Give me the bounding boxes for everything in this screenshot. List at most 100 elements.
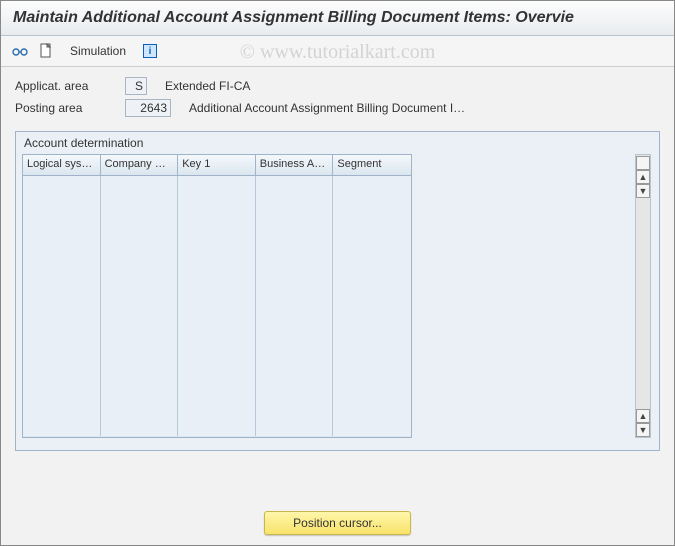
table-cell[interactable] [256,196,334,216]
table-cell[interactable] [23,176,101,196]
table-cell[interactable] [333,316,411,336]
table-row[interactable] [23,296,411,316]
table-row[interactable] [23,356,411,376]
table-cell[interactable] [178,296,256,316]
table-cell[interactable] [101,236,179,256]
table-cell[interactable] [178,376,256,396]
table-cell[interactable] [178,216,256,236]
table-row[interactable] [23,336,411,356]
table-cell[interactable] [333,356,411,376]
table-cell[interactable] [23,416,101,436]
table-cell[interactable] [23,216,101,236]
new-page-icon[interactable] [35,40,57,62]
table-cell[interactable] [178,316,256,336]
table-row[interactable] [23,176,411,196]
col-logical-sys[interactable]: Logical sys… [23,155,101,175]
table-cell[interactable] [333,216,411,236]
table-cell[interactable] [178,416,256,436]
table-cell[interactable] [256,416,334,436]
table-cell[interactable] [333,176,411,196]
table-cell[interactable] [101,216,179,236]
table-cell[interactable] [101,396,179,416]
table-cell[interactable] [178,236,256,256]
table-cell[interactable] [178,396,256,416]
table-row[interactable] [23,316,411,336]
table-cell[interactable] [101,296,179,316]
table-cell[interactable] [23,196,101,216]
table-cell[interactable] [23,356,101,376]
table-cell[interactable] [256,276,334,296]
position-cursor-button[interactable]: Position cursor... [264,511,411,535]
applicat-area-input[interactable] [125,77,147,95]
table-cell[interactable] [101,376,179,396]
glasses-icon[interactable] [9,40,31,62]
table-cell[interactable] [333,396,411,416]
table-cell[interactable] [101,256,179,276]
table-cell[interactable] [178,356,256,376]
table-cell[interactable] [178,336,256,356]
table-cell[interactable] [333,256,411,276]
table-cell[interactable] [23,376,101,396]
table-cell[interactable] [178,196,256,216]
table-row[interactable] [23,216,411,236]
vertical-scrollbar[interactable]: ▲ ▼ ▲ ▼ [635,154,651,438]
table-cell[interactable] [333,236,411,256]
table-row[interactable] [23,256,411,276]
table-cell[interactable] [256,356,334,376]
table-cell[interactable] [178,176,256,196]
table-cell[interactable] [333,276,411,296]
table-cell[interactable] [256,216,334,236]
table-cell[interactable] [256,316,334,336]
table-row[interactable] [23,196,411,216]
scroll-up2-icon[interactable]: ▲ [636,409,650,423]
content-area: Applicat. area Extended FI-CA Posting ar… [1,67,674,451]
table-cell[interactable] [23,296,101,316]
table-cell[interactable] [23,256,101,276]
table-cell[interactable] [256,176,334,196]
table-cell[interactable] [101,316,179,336]
scroll-down2-icon[interactable]: ▼ [636,423,650,437]
table-cell[interactable] [101,356,179,376]
table-cell[interactable] [101,176,179,196]
account-table[interactable]: Logical sys… Company … Key 1 Business A…… [22,154,412,438]
table-header: Logical sys… Company … Key 1 Business A…… [23,155,411,176]
table-cell[interactable] [256,376,334,396]
table-cell[interactable] [23,396,101,416]
posting-area-input[interactable] [125,99,171,117]
table-cell[interactable] [256,396,334,416]
table-cell[interactable] [23,316,101,336]
table-cell[interactable] [178,256,256,276]
col-company[interactable]: Company … [101,155,179,175]
scroll-up-icon[interactable]: ▲ [636,170,650,184]
applicat-area-desc: Extended FI-CA [165,79,250,93]
table-cell[interactable] [333,336,411,356]
col-segment[interactable]: Segment [333,155,411,175]
table-cell[interactable] [256,336,334,356]
table-cell[interactable] [333,196,411,216]
table-cell[interactable] [178,276,256,296]
table-cell[interactable] [333,416,411,436]
table-cell[interactable] [101,416,179,436]
table-cell[interactable] [23,336,101,356]
table-cell[interactable] [101,196,179,216]
table-cell[interactable] [256,236,334,256]
table-row[interactable] [23,416,411,436]
posting-area-desc: Additional Account Assignment Billing Do… [189,101,465,115]
table-cell[interactable] [101,276,179,296]
table-row[interactable] [23,276,411,296]
table-cell[interactable] [23,236,101,256]
info-icon[interactable]: i [139,40,161,62]
table-row[interactable] [23,236,411,256]
table-cell[interactable] [23,276,101,296]
table-cell[interactable] [333,296,411,316]
table-cell[interactable] [101,336,179,356]
simulation-button[interactable]: Simulation [61,40,135,62]
table-cell[interactable] [256,296,334,316]
col-key1[interactable]: Key 1 [178,155,256,175]
table-row[interactable] [23,376,411,396]
table-cell[interactable] [333,376,411,396]
table-cell[interactable] [256,256,334,276]
col-business-a[interactable]: Business A… [256,155,334,175]
table-row[interactable] [23,396,411,416]
scroll-down-icon[interactable]: ▼ [636,184,650,198]
